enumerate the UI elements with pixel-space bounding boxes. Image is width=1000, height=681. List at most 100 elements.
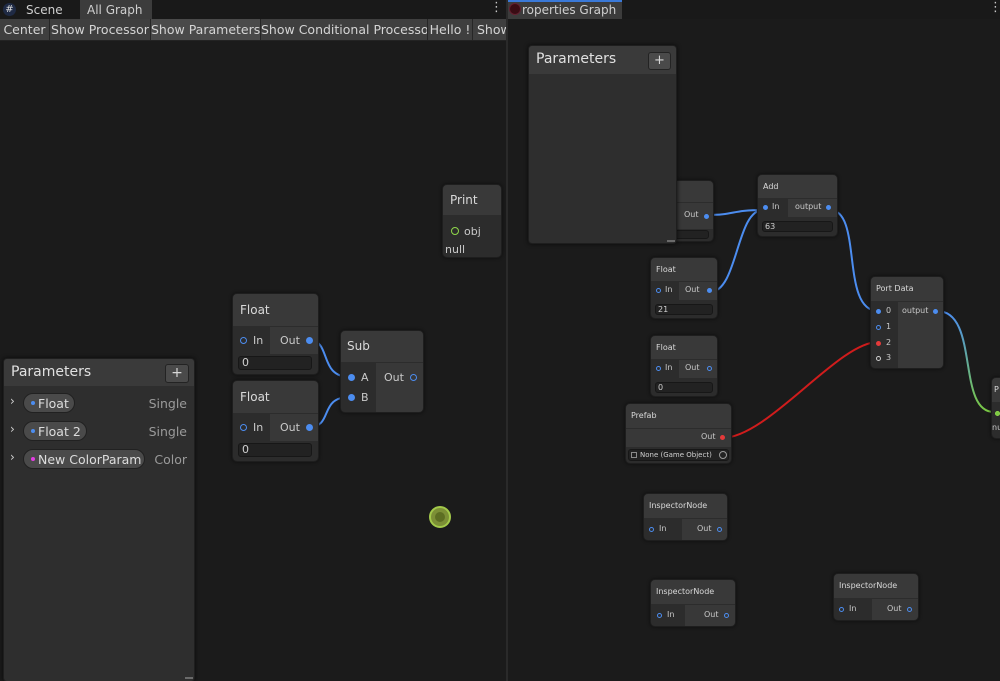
parameters-panel[interactable]: Parameters +: [528, 45, 677, 244]
out-port-label: output: [902, 306, 929, 315]
inspector-node[interactable]: InspectorNode In Out: [650, 579, 736, 627]
tab-properties-graph[interactable]: roperties Graph: [508, 0, 622, 19]
out-port-icon[interactable]: [724, 613, 729, 618]
value-field[interactable]: 0: [655, 382, 713, 393]
prefab-node[interactable]: Prefab Out None (Game Object): [625, 403, 732, 464]
expand-chevron-icon[interactable]: ›: [10, 394, 15, 408]
center-button[interactable]: Center: [0, 19, 50, 40]
value-field[interactable]: 0: [238, 443, 312, 457]
value-field[interactable]: 21: [655, 304, 713, 315]
float-node[interactable]: Float In Out 0: [232, 380, 319, 462]
float-node[interactable]: Float In Out 0: [232, 293, 319, 375]
resize-handle-icon[interactable]: [667, 240, 675, 242]
inspector-node[interactable]: InspectorNode In Out: [833, 573, 919, 621]
expand-chevron-icon[interactable]: ›: [10, 422, 15, 436]
gameobject-icon: [631, 452, 637, 458]
a-port-icon[interactable]: [348, 374, 355, 381]
expand-chevron-icon[interactable]: ›: [10, 450, 15, 464]
out-port-label: Out: [280, 334, 300, 347]
add-parameter-button[interactable]: +: [165, 364, 189, 383]
out-port-icon[interactable]: [717, 527, 722, 532]
out-port-label: Out: [701, 432, 716, 441]
value-field[interactable]: 63: [762, 221, 833, 232]
in-port-label: In: [772, 202, 780, 211]
edge-portdata-to-next: [936, 310, 995, 413]
node-title: InspectorNode: [651, 580, 735, 604]
out-port-icon[interactable]: [826, 205, 831, 210]
left-window-menu-icon[interactable]: ⋮: [490, 1, 503, 14]
in-port-icon[interactable]: [240, 337, 247, 344]
port-1-label: 1: [886, 322, 892, 331]
in-port-label: In: [659, 524, 667, 533]
port-1-icon[interactable]: [876, 325, 881, 330]
out-port-icon[interactable]: [907, 607, 912, 612]
in-port-icon[interactable]: [656, 288, 661, 293]
out-port-label: Out: [384, 371, 404, 384]
right-graph-canvas[interactable]: Out Parameters + Add In output 63 Float …: [508, 19, 1000, 681]
tab-all-graph[interactable]: All Graph: [80, 0, 152, 19]
b-port-icon[interactable]: [348, 394, 355, 401]
out-port-label: Out: [697, 524, 712, 533]
out-port-label: Out: [280, 421, 300, 434]
in-port-icon[interactable]: [995, 411, 1000, 416]
in-port-icon[interactable]: [649, 527, 654, 532]
port-0-icon[interactable]: [876, 309, 881, 314]
parameters-panel[interactable]: Parameters + › Float Single › Float 2 Si…: [3, 358, 195, 681]
right-window-menu-icon[interactable]: ⋮: [989, 1, 1000, 14]
out-port-icon[interactable]: [306, 424, 313, 431]
a-port-label: A: [361, 371, 369, 384]
object-picker-icon[interactable]: [719, 451, 727, 459]
unity-logo-icon: [509, 3, 521, 15]
partial-node[interactable]: P nul: [991, 377, 1000, 439]
out-port-icon[interactable]: [704, 214, 709, 219]
node-title: Port Data: [871, 277, 943, 301]
out-port-icon[interactable]: [410, 374, 417, 381]
port-data-node[interactable]: Port Data 0 1 2 3 output: [870, 276, 944, 369]
show-parameters-button[interactable]: Show Parameters: [151, 19, 261, 40]
left-graph-canvas[interactable]: Float In Out 0 Float In Out 0 Sub A B Ou…: [0, 41, 506, 681]
node-title: P: [992, 378, 1000, 402]
object-field-value: None (Game Object): [640, 451, 712, 459]
dangling-port-icon[interactable]: [429, 506, 451, 528]
show-button[interactable]: Show: [473, 19, 506, 40]
node-title: Float: [651, 258, 717, 281]
in-port-icon[interactable]: [763, 205, 768, 210]
resize-handle-icon[interactable]: [185, 677, 193, 679]
in-port-icon[interactable]: [240, 424, 247, 431]
node-title: InspectorNode: [834, 574, 918, 598]
parameter-type: Single: [148, 424, 187, 439]
in-port-label: In: [849, 604, 857, 613]
b-port-label: B: [361, 391, 369, 404]
parameter-pill[interactable]: Float 2: [23, 421, 87, 441]
out-port-icon[interactable]: [933, 309, 938, 314]
float-node[interactable]: Float In Out 21: [650, 257, 718, 319]
print-node[interactable]: Print obj null: [442, 184, 502, 258]
show-processor-button[interactable]: Show Processor: [50, 19, 151, 40]
out-port-icon[interactable]: [720, 435, 725, 440]
float-node[interactable]: Float In Out 0: [650, 335, 718, 397]
parameter-pill[interactable]: New ColorParam: [23, 449, 145, 469]
add-parameter-button[interactable]: +: [648, 52, 671, 70]
port-3-icon[interactable]: [876, 356, 881, 361]
out-port-icon[interactable]: [306, 337, 313, 344]
in-port-icon[interactable]: [656, 366, 661, 371]
in-port-label: In: [667, 610, 675, 619]
tab-scene[interactable]: # Scene: [0, 0, 80, 19]
show-conditional-processor-button[interactable]: Show Conditional Processor: [261, 19, 428, 40]
in-port-icon[interactable]: [657, 613, 662, 618]
hello-button[interactable]: Hello !: [428, 19, 473, 40]
port-2-icon[interactable]: [876, 341, 881, 346]
tab-scene-label: Scene: [26, 3, 63, 17]
parameter-pill[interactable]: Float: [23, 393, 75, 413]
inspector-node[interactable]: InspectorNode In Out: [643, 493, 728, 541]
tab-all-graph-label: All Graph: [87, 3, 143, 17]
object-field[interactable]: None (Game Object): [628, 449, 729, 461]
sub-node[interactable]: Sub A B Out: [340, 330, 424, 413]
add-node[interactable]: Add In output 63: [757, 174, 838, 237]
value-field[interactable]: 0: [238, 356, 312, 370]
out-port-icon[interactable]: [707, 288, 712, 293]
obj-port-icon[interactable]: [451, 227, 459, 235]
node-title: Float: [233, 294, 318, 326]
out-port-icon[interactable]: [707, 366, 712, 371]
in-port-icon[interactable]: [839, 607, 844, 612]
